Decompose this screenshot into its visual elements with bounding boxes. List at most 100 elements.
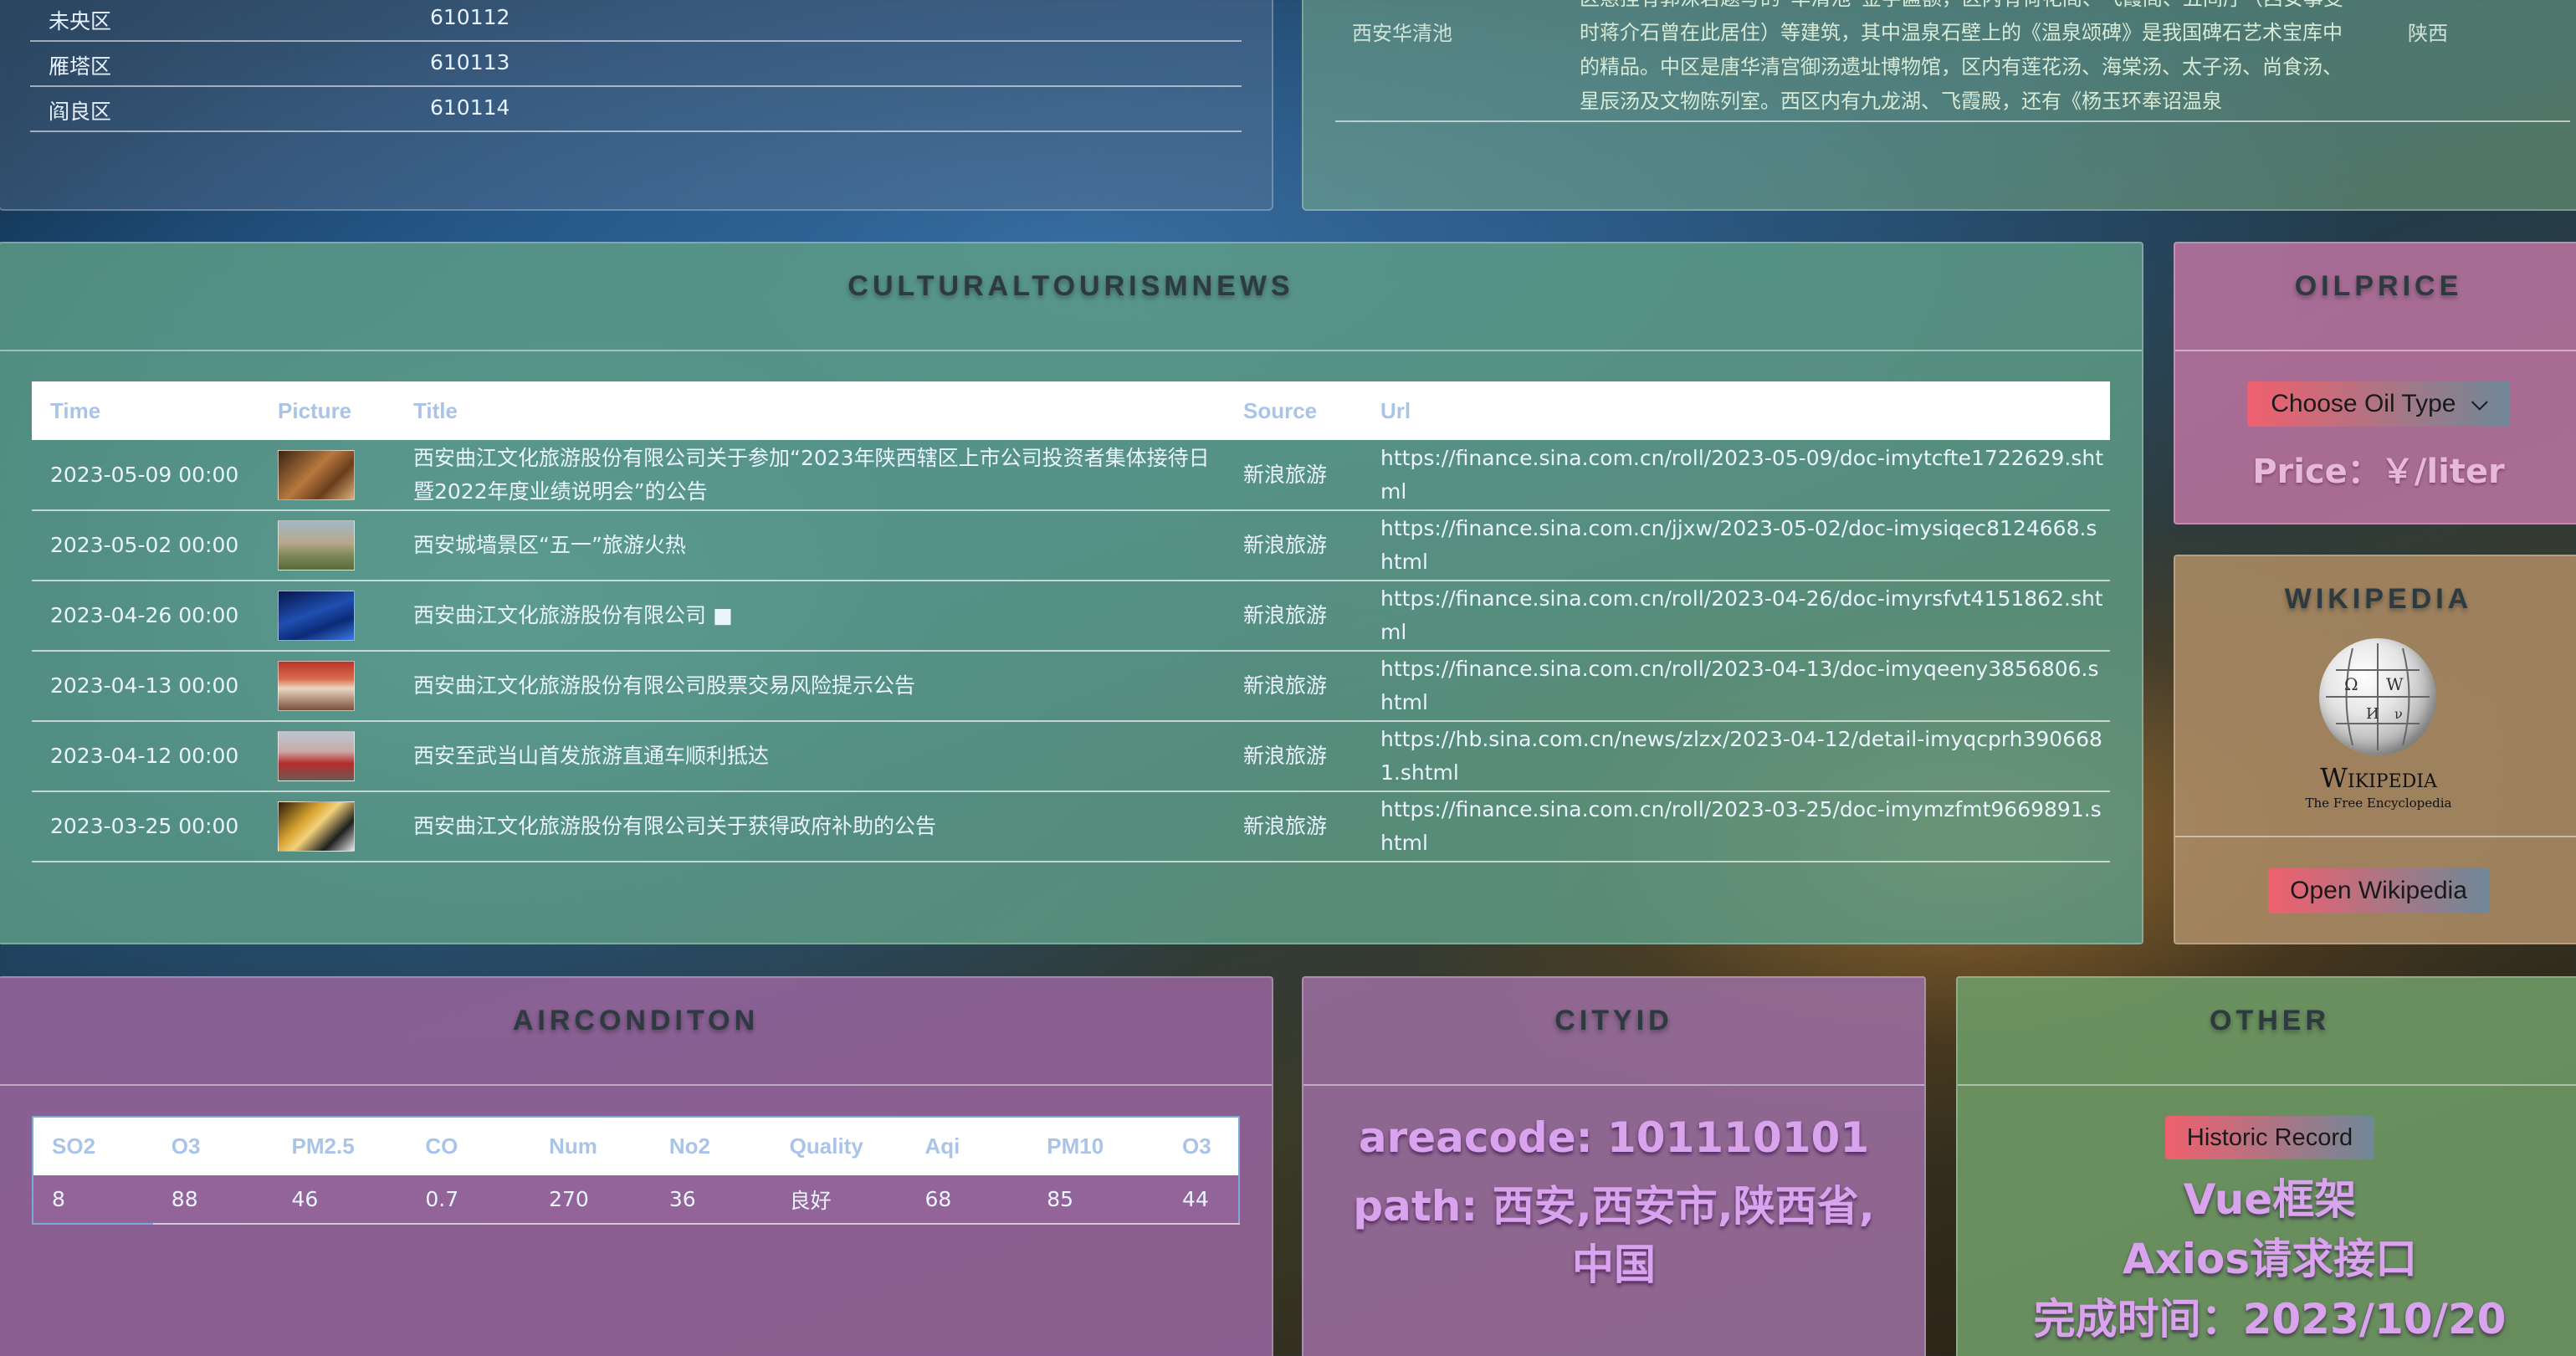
news-time: 2023-05-09 00:00 (32, 440, 259, 511)
district-code: 610113 (430, 50, 510, 74)
attraction-panel: 西安华清池 区悬挂有郭沫若题写的“华清池”金字匾额，区内有荷花阁、飞霞阁、五间厅… (1302, 0, 2576, 211)
city-id-panel: CITYID areacode: 101110101 path: 西安,西安市,… (1302, 976, 1926, 1356)
wikipedia-globe-icon: Ω W И ν (2319, 638, 2436, 755)
pm10-value: 85 (1028, 1175, 1165, 1225)
district-panel: 未央区 610112 雁塔区 610113 阎良区 610114 (0, 0, 1273, 211)
news-panel: CULTURALTOURISMNEWS Time Picture Title S… (0, 242, 2143, 944)
news-row[interactable]: 2023-04-12 00:00 西安至武当山首发旅游直通车顺利抵达 新浪旅游 … (32, 721, 2110, 792)
city-id-title: CITYID (1554, 1005, 1673, 1036)
news-thumbnail[interactable] (278, 591, 355, 641)
news-table: Time Picture Title Source Url 2023-05-09… (32, 381, 2110, 862)
news-url[interactable]: https://finance.sina.com.cn/roll/2023-04… (1362, 651, 2110, 722)
district-code: 610114 (430, 95, 510, 120)
news-title-text[interactable]: 西安曲江文化旅游股份有限公司关于获得政府补助的公告 (395, 791, 1225, 862)
so2-value: 8 (52, 1187, 65, 1211)
news-picture-cell (259, 721, 395, 792)
framework-text: Vue框架 (2183, 1175, 2357, 1224)
news-title-text[interactable]: 西安曲江文化旅游股份有限公司股票交易风险提示公告 (395, 651, 1225, 722)
news-row[interactable]: 2023-04-26 00:00 西安曲江文化旅游股份有限公司 ■ 新浪旅游 h… (32, 581, 2110, 652)
news-url[interactable]: https://finance.sina.com.cn/roll/2023-05… (1362, 440, 2110, 511)
news-thumbnail[interactable] (278, 520, 355, 571)
svg-text:ν: ν (2394, 706, 2403, 722)
wikipedia-panel: WIKIPEDIA Ω W И ν Wikipedia The Free Enc… (2174, 555, 2576, 944)
col-header-no2: No2 (668, 1133, 710, 1159)
divider (1303, 1084, 1924, 1086)
news-picture-cell (259, 651, 395, 722)
quality-value: 良好 (771, 1175, 907, 1225)
district-name: 雁塔区 (49, 54, 112, 79)
air-header-row: SO2 O3 PM2.5 CO Num No2 Quality Aqi PM10… (33, 1117, 1239, 1175)
district-row: 阎良区 610114 (30, 89, 1242, 132)
news-time: 2023-04-13 00:00 (32, 651, 259, 722)
open-wikipedia-button[interactable]: Open Wikipedia (2268, 868, 2489, 913)
historic-record-button[interactable]: Historic Record (2164, 1116, 2375, 1159)
news-row[interactable]: 2023-04-13 00:00 西安曲江文化旅游股份有限公司股票交易风险提示公… (32, 651, 2110, 722)
news-url[interactable]: https://finance.sina.com.cn/roll/2023-04… (1362, 581, 2110, 652)
news-picture-cell (259, 791, 395, 862)
col-header-co: CO (425, 1133, 458, 1159)
news-thumbnail[interactable] (278, 731, 355, 781)
col-header-picture: Picture (278, 397, 352, 423)
news-time: 2023-04-26 00:00 (32, 581, 259, 652)
air-table: SO2 O3 PM2.5 CO Num No2 Quality Aqi PM10… (32, 1116, 1240, 1225)
news-picture-cell (259, 440, 395, 511)
col-header-aqi: Aqi (924, 1133, 960, 1159)
news-row[interactable]: 2023-03-25 00:00 西安曲江文化旅游股份有限公司关于获得政府补助的… (32, 791, 2110, 862)
news-title-text[interactable]: 西安至武当山首发旅游直通车顺利抵达 (395, 721, 1225, 792)
news-thumbnail[interactable] (278, 449, 355, 500)
news-title-text[interactable]: 西安城墙景区“五一”旅游火热 (395, 510, 1225, 581)
col-header-pm10: PM10 (1047, 1133, 1104, 1159)
news-time: 2023-03-25 00:00 (32, 791, 259, 862)
air-condition-title: AIRCONDITON (512, 1005, 760, 1036)
pm25-value: 46 (273, 1175, 407, 1225)
news-url[interactable]: https://finance.sina.com.cn/jjxw/2023-05… (1362, 510, 2110, 581)
col-header-pm25: PM2.5 (291, 1133, 355, 1159)
news-source: 新浪旅游 (1225, 510, 1362, 581)
col-header-source: Source (1243, 397, 1318, 423)
o3-value: 88 (152, 1175, 274, 1225)
news-thumbnail[interactable] (278, 661, 355, 711)
svg-text:И: И (2366, 705, 2379, 723)
other-panel: OTHER Historic Record Vue框架 Axios请求接口 完成… (1956, 976, 2576, 1356)
col-header-so2: SO2 (52, 1133, 96, 1159)
news-source: 新浪旅游 (1225, 440, 1362, 511)
news-time: 2023-05-02 00:00 (32, 510, 259, 581)
news-thumbnail[interactable] (278, 801, 355, 852)
api-text: Axios请求接口 (2122, 1235, 2418, 1283)
svg-text:Ω: Ω (2344, 674, 2358, 694)
news-time: 2023-04-12 00:00 (32, 721, 259, 792)
attraction-name: 西安华清池 (1352, 22, 1452, 45)
oil-panel: OILPRICE Choose Oil Type Price：￥/liter (2174, 242, 2576, 524)
wikipedia-title: WIKIPEDIA (2284, 583, 2473, 615)
district-code: 610112 (430, 5, 510, 29)
oil-price-text: Price：￥/liter (2252, 453, 2505, 491)
news-row[interactable]: 2023-05-09 00:00 西安曲江文化旅游股份有限公司关于参加“2023… (32, 440, 2110, 511)
district-name: 未央区 (49, 9, 112, 33)
co-value: 0.7 (407, 1175, 531, 1225)
news-picture-cell (259, 581, 395, 652)
news-title-text[interactable]: 西安曲江文化旅游股份有限公司 ■ (395, 581, 1225, 652)
areacode-text: areacode: 101110101 (1358, 1113, 1870, 1162)
news-title-text[interactable]: 西安曲江文化旅游股份有限公司关于参加“2023年陕西辖区上市公司投资者集体接待日… (395, 440, 1225, 511)
news-source: 新浪旅游 (1225, 651, 1362, 722)
news-url[interactable]: https://hb.sina.com.cn/news/zlzx/2023-04… (1362, 721, 2110, 792)
news-url[interactable]: https://finance.sina.com.cn/roll/2023-03… (1362, 791, 2110, 862)
path-text-line2: 中国 (1572, 1241, 1656, 1289)
col-header-url: Url (1380, 397, 1411, 423)
col-header-num: Num (549, 1133, 597, 1159)
divider (0, 1084, 1272, 1086)
chevron-down-icon (2471, 393, 2488, 411)
divider (1958, 1084, 2576, 1086)
col-header-o3-2: O3 (1182, 1133, 1211, 1159)
divider (2175, 350, 2576, 351)
other-title: OTHER (2210, 1005, 2330, 1036)
attraction-province: 陕西 (2408, 22, 2448, 45)
completion-time-text: 完成时间：2023/10/20 (2033, 1295, 2507, 1343)
choose-oil-type-label: Choose Oil Type (2271, 390, 2456, 417)
choose-oil-type-dropdown[interactable]: Choose Oil Type (2247, 381, 2510, 427)
col-header-o3: O3 (171, 1133, 201, 1159)
news-row[interactable]: 2023-05-02 00:00 西安城墙景区“五一”旅游火热 新浪旅游 htt… (32, 510, 2110, 581)
col-header-time: Time (50, 397, 101, 423)
news-source: 新浪旅游 (1225, 721, 1362, 792)
air-data-row: 8 88 46 0.7 270 36 良好 68 85 44 (33, 1175, 1239, 1225)
